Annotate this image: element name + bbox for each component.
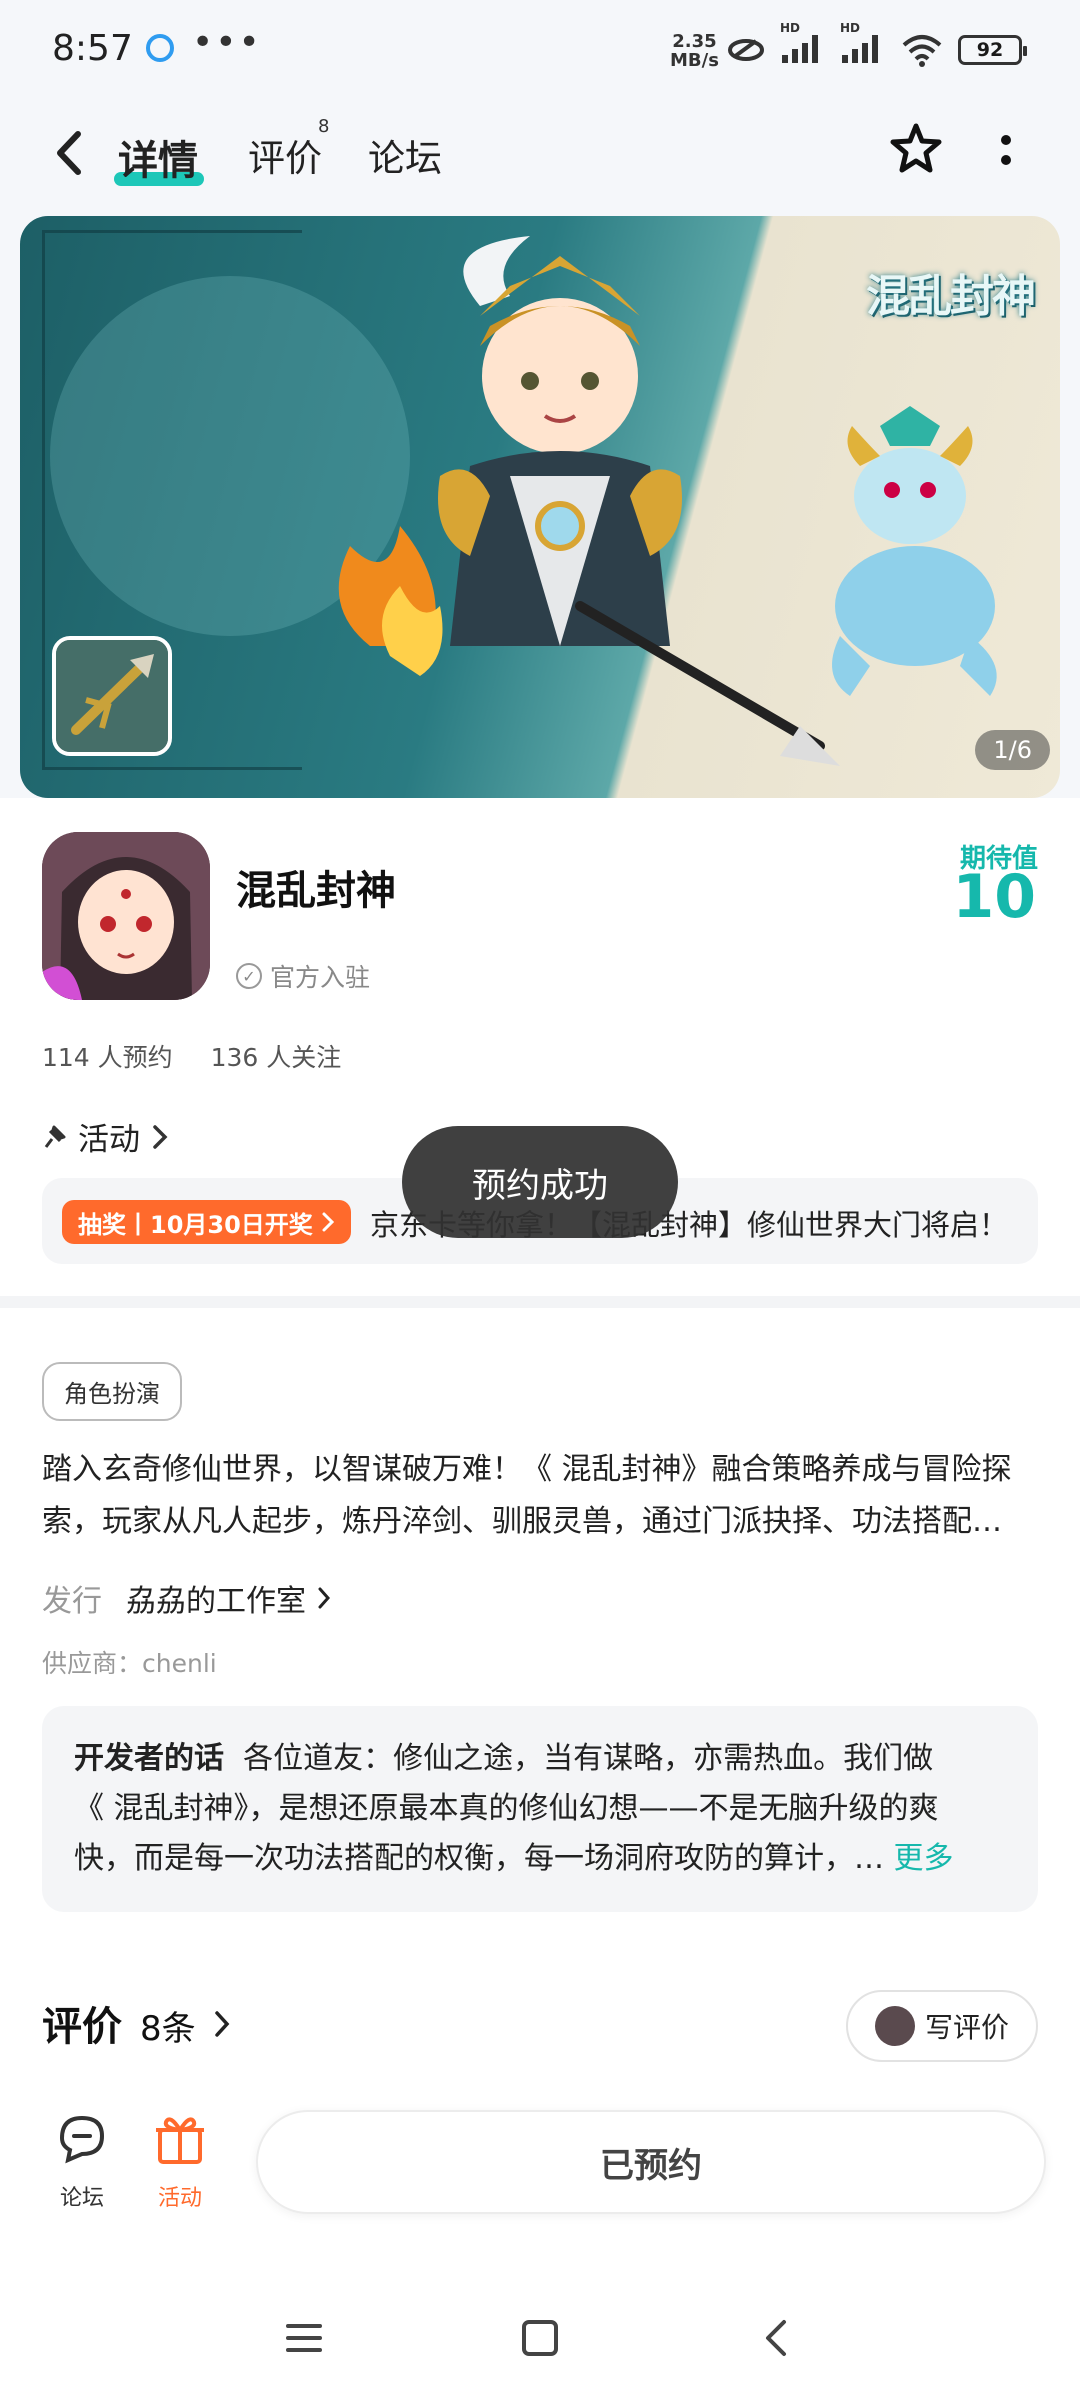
back-icon[interactable] xyxy=(756,2318,796,2358)
reviews-count: 8条 xyxy=(140,2009,196,2049)
app-notification-icon xyxy=(146,34,174,62)
activity-label: 活动 xyxy=(157,2186,202,2211)
game-title: 混乱封神 xyxy=(236,868,396,914)
status-bar: 8:57 ••• 2.35 MB/s HD HD 92 xyxy=(0,0,1080,100)
verified-check-icon: ✓ xyxy=(236,963,262,989)
activity-shortcut[interactable]: 活动 xyxy=(140,2108,220,2212)
forum-shortcut[interactable]: 论坛 xyxy=(42,2108,122,2212)
more-options-icon[interactable] xyxy=(994,130,1018,180)
favorite-star-icon[interactable] xyxy=(886,120,946,180)
signal-2: HD xyxy=(840,21,886,69)
write-review-label: 写评价 xyxy=(924,2011,1009,2044)
chevron-right-icon xyxy=(318,1587,331,1609)
status-time: 8:57 xyxy=(52,28,133,69)
battery-indicator: 92 xyxy=(958,35,1027,65)
link-icon xyxy=(728,39,764,61)
reservation-count: 114 人预约 xyxy=(42,1043,173,1072)
supplier-info: 供应商：chenli xyxy=(42,1649,217,1678)
top-navigation: 详情 评价 8 论坛 xyxy=(0,100,1080,210)
game-description[interactable]: 踏入玄奇修仙世界，以智谋破万难！《 混乱封神》融合策略养成与冒险探索，玩家从凡人… xyxy=(42,1444,1038,1548)
official-label: 官方入驻 xyxy=(270,963,371,992)
back-arrow-icon[interactable] xyxy=(50,128,86,178)
tab-details[interactable]: 详情 xyxy=(118,128,198,186)
developer-note-text: 《 混乱封神》，是想还原最本真的修仙幻想——不是无脑升级的爽 xyxy=(74,1791,939,1826)
network-speed: 2.35 MB/s xyxy=(670,32,719,70)
character-avatar-icon xyxy=(42,832,210,1000)
chevron-right-icon xyxy=(153,1124,168,1149)
publisher-label: 发行 xyxy=(42,1584,102,1619)
official-badge: ✓ 官方入驻 xyxy=(236,958,370,994)
carousel-counter: 1/6 xyxy=(975,730,1050,770)
section-divider xyxy=(0,1296,1080,1308)
lottery-tag: 抽奖丨10月30日开奖 xyxy=(62,1200,351,1244)
activity-title: 活动 xyxy=(78,1122,140,1158)
game-logo-art: 混乱封神 xyxy=(866,271,1036,322)
network-speed-value: 2.35 xyxy=(672,31,717,52)
expectation-score: 10 xyxy=(952,862,1037,932)
write-review-button[interactable]: 写评价 xyxy=(846,1990,1038,2062)
lottery-tag-label: 抽奖丨10月30日开奖 xyxy=(78,1210,313,1239)
follower-count: 136 人关注 xyxy=(210,1043,342,1072)
developer-note-label: 开发者的话 xyxy=(74,1741,224,1776)
hero-character-illustration xyxy=(338,236,840,766)
tab-forum[interactable]: 论坛 xyxy=(368,128,442,182)
reservation-success-toast: 预约成功 xyxy=(402,1126,678,1238)
more-link[interactable]: 更多 xyxy=(894,1841,954,1876)
tab-reviews[interactable]: 评价 xyxy=(248,128,322,182)
developer-note-text: 快，而是每一次功法搭配的权衡，每一场洞府攻防的算计，… xyxy=(74,1841,884,1876)
system-navigation-bar xyxy=(0,2280,1080,2400)
publisher-name: 劦劦的工作室 xyxy=(126,1584,306,1619)
weapon-icon xyxy=(56,640,168,752)
signal-bars-icon xyxy=(842,35,878,63)
developer-note-line: 开发者的话 各位道友：修仙之途，当有谋略，亦需热血。我们做 xyxy=(74,1734,1006,1784)
qilin-creature-illustration xyxy=(832,406,997,696)
forum-label: 论坛 xyxy=(59,2186,104,2211)
status-icons: HD HD 92 xyxy=(726,21,1027,70)
menu-icon[interactable] xyxy=(284,2318,324,2358)
developer-note-text: 各位道友：修仙之途，当有谋略，亦需热血。我们做 xyxy=(243,1741,934,1776)
gift-icon xyxy=(156,2117,204,2164)
game-stats: 114 人预约 136 人关注 xyxy=(42,1038,341,1074)
more-notifications-icon: ••• xyxy=(192,22,262,63)
game-detail-panel: 混乱封神 ✓ 官方入驻 期待值 10 114 人预约 136 人关注 活动 抽奖… xyxy=(0,798,1080,2298)
publisher-row[interactable]: 发行 劦劦的工作室 xyxy=(42,1576,332,1620)
developer-note-line: 快，而是每一次功法搭配的权衡，每一场洞府攻防的算计，… 更多 xyxy=(74,1834,1006,1884)
chevron-right-icon xyxy=(214,2011,230,2037)
reviews-title: 评价 xyxy=(42,2004,122,2050)
chevron-right-icon xyxy=(322,1212,334,1232)
screenshot-carousel[interactable]: 混乱封神 1/6 xyxy=(20,216,1060,798)
battery-level: 92 xyxy=(976,39,1004,61)
signal-1: HD xyxy=(780,21,826,69)
signal-bars-icon xyxy=(782,35,818,63)
user-avatar xyxy=(874,2006,915,2046)
forum-chat-icon xyxy=(59,2115,105,2164)
reviews-count-badge: 8 xyxy=(318,116,330,137)
wifi-icon xyxy=(902,35,942,67)
reserved-button[interactable]: 已预约 xyxy=(256,2110,1046,2214)
network-speed-unit: MB/s xyxy=(670,50,719,71)
signal-2-label: HD xyxy=(840,21,861,35)
signal-1-label: HD xyxy=(780,21,801,35)
pin-icon xyxy=(44,1125,66,1148)
reviews-header[interactable]: 评价 8条 xyxy=(42,1994,232,2052)
thumbnail-weapon-image[interactable] xyxy=(52,636,172,756)
home-icon[interactable] xyxy=(520,2318,560,2358)
developer-note-card[interactable]: 开发者的话 各位道友：修仙之途，当有谋略，亦需热血。我们做 《 混乱封神》，是想… xyxy=(42,1706,1038,1912)
genre-tag[interactable]: 角色扮演 xyxy=(42,1362,182,1421)
game-app-icon xyxy=(42,832,210,1000)
bottom-action-bar: 论坛 活动 已预约 xyxy=(0,2080,1080,2280)
activity-section-header[interactable]: 活动 xyxy=(40,1114,170,1159)
